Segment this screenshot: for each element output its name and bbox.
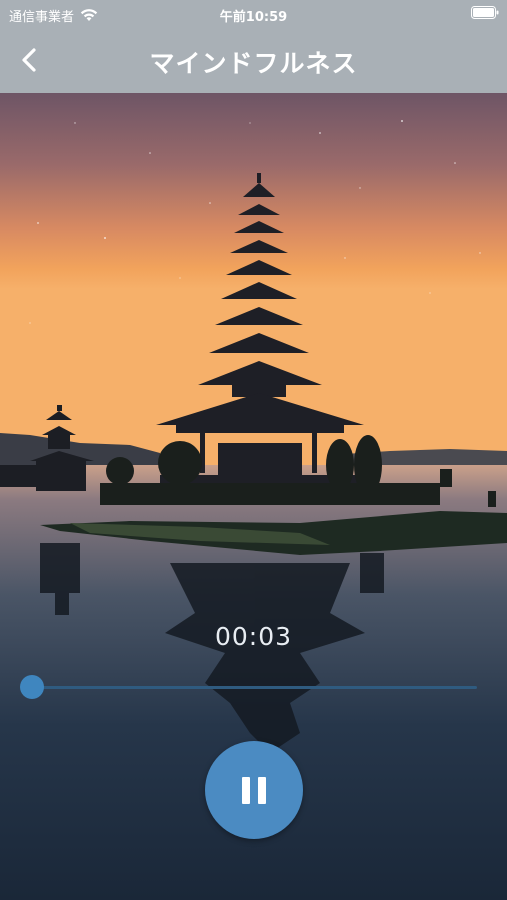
navigation-bar: マインドフルネス — [0, 28, 507, 93]
pause-icon — [242, 777, 250, 804]
pause-icon-bar — [258, 777, 266, 804]
battery-icon — [471, 6, 499, 19]
top-bar: 通信事業者 午前10:59 マインドフルネス — [0, 0, 507, 93]
status-time: 午前10:59 — [219, 10, 288, 25]
status-bar: 通信事業者 午前10:59 — [0, 0, 507, 28]
progress-thumb[interactable] — [20, 675, 44, 699]
progress-track[interactable] — [20, 675, 477, 699]
app-screen: 通信事業者 午前10:59 マインドフルネス 00:03 — [0, 0, 507, 900]
pause-button[interactable] — [205, 741, 303, 839]
elapsed-time: 00:03 — [214, 622, 293, 651]
page-title: マインドフルネス — [149, 49, 358, 78]
